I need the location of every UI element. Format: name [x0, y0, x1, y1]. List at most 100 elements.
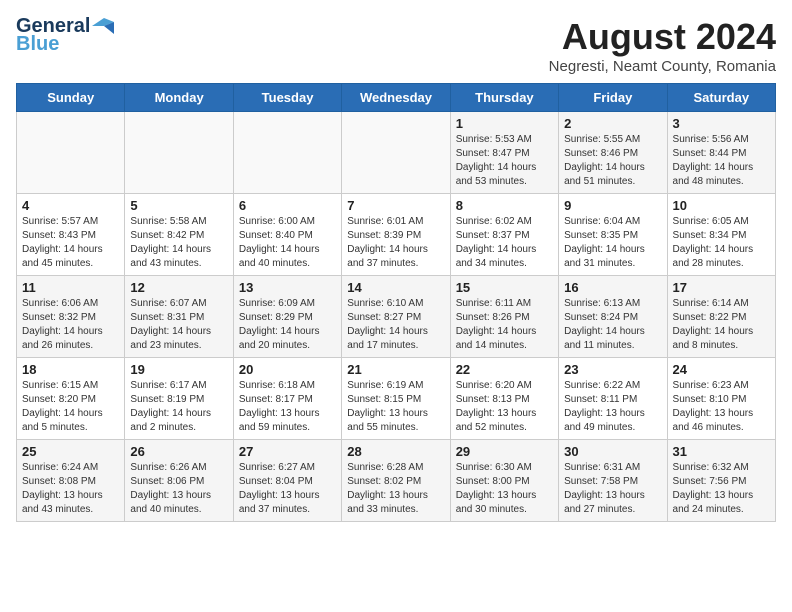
day-number: 29 — [456, 444, 553, 459]
day-info: Sunrise: 6:24 AM Sunset: 8:08 PM Dayligh… — [22, 461, 119, 517]
day-info: Sunrise: 5:57 AM Sunset: 8:43 PM Dayligh… — [22, 215, 119, 271]
day-number: 16 — [564, 280, 661, 295]
day-number: 20 — [239, 362, 336, 377]
calendar-cell: 24 Sunrise: 6:23 AM Sunset: 8:10 PM Dayli… — [667, 358, 775, 440]
calendar-cell: 14Sunrise: 6:10 AM Sunset: 8:27 PM Dayli… — [342, 276, 450, 358]
day-info: Sunrise: 6:20 AM Sunset: 8:13 PM Dayligh… — [456, 379, 553, 435]
calendar-week-2: 4Sunrise: 5:57 AM Sunset: 8:43 PM Daylig… — [17, 194, 776, 276]
day-info: Sunrise: 5:56 AM Sunset: 8:44 PM Dayligh… — [673, 133, 770, 189]
calendar-cell: 17 Sunrise: 6:14 AM Sunset: 8:22 PM Dayli… — [667, 276, 775, 358]
calendar-cell: 18Sunrise: 6:15 AM Sunset: 8:20 PM Dayli… — [17, 358, 125, 440]
calendar-cell — [233, 112, 341, 194]
calendar-cell: 7 Sunrise: 6:01 AM Sunset: 8:39 PM Daylig… — [342, 194, 450, 276]
calendar-cell — [125, 112, 233, 194]
day-number: 25 — [22, 444, 119, 459]
day-number: 22 — [456, 362, 553, 377]
calendar-cell: 11 Sunrise: 6:06 AM Sunset: 8:32 PM Dayli… — [17, 276, 125, 358]
day-info: Sunrise: 6:26 AM Sunset: 8:06 PM Dayligh… — [130, 461, 227, 517]
day-number: 8 — [456, 198, 553, 213]
location-subtitle: Negresti, Neamt County, Romania — [549, 58, 776, 75]
day-info: Sunrise: 6:07 AM Sunset: 8:31 PM Dayligh… — [130, 297, 227, 353]
calendar-cell: 16 Sunrise: 6:13 AM Sunset: 8:24 PM Dayli… — [559, 276, 667, 358]
calendar-cell: 29 Sunrise: 6:30 AM Sunset: 8:00 PM Dayli… — [450, 440, 558, 522]
calendar-week-5: 25 Sunrise: 6:24 AM Sunset: 8:08 PM Dayli… — [17, 440, 776, 522]
day-info: Sunrise: 6:04 AM Sunset: 8:35 PM Dayligh… — [564, 215, 661, 271]
day-info: Sunrise: 6:23 AM Sunset: 8:10 PM Dayligh… — [673, 379, 770, 435]
calendar-cell: 30Sunrise: 6:31 AM Sunset: 7:58 PM Dayli… — [559, 440, 667, 522]
col-header-monday: Monday — [125, 84, 233, 112]
calendar-cell: 5 Sunrise: 5:58 AM Sunset: 8:42 PM Daylig… — [125, 194, 233, 276]
day-info: Sunrise: 6:02 AM Sunset: 8:37 PM Dayligh… — [456, 215, 553, 271]
day-info: Sunrise: 6:10 AM Sunset: 8:27 PM Dayligh… — [347, 297, 444, 353]
calendar-cell: 22 Sunrise: 6:20 AM Sunset: 8:13 PM Dayli… — [450, 358, 558, 440]
calendar-cell: 25 Sunrise: 6:24 AM Sunset: 8:08 PM Dayli… — [17, 440, 125, 522]
col-header-wednesday: Wednesday — [342, 84, 450, 112]
calendar-table: SundayMondayTuesdayWednesdayThursdayFrid… — [16, 83, 776, 522]
day-number: 28 — [347, 444, 444, 459]
day-number: 5 — [130, 198, 227, 213]
day-info: Sunrise: 6:22 AM Sunset: 8:11 PM Dayligh… — [564, 379, 661, 435]
logo-bird-icon — [92, 18, 114, 34]
day-number: 17 — [673, 280, 770, 295]
calendar-cell: 8 Sunrise: 6:02 AM Sunset: 8:37 PM Daylig… — [450, 194, 558, 276]
day-number: 26 — [130, 444, 227, 459]
calendar-week-1: 1Sunrise: 5:53 AM Sunset: 8:47 PM Daylig… — [17, 112, 776, 194]
calendar-cell: 13 Sunrise: 6:09 AM Sunset: 8:29 PM Dayli… — [233, 276, 341, 358]
logo: General Blue — [16, 16, 114, 54]
calendar-cell: 23Sunrise: 6:22 AM Sunset: 8:11 PM Dayli… — [559, 358, 667, 440]
day-info: Sunrise: 6:11 AM Sunset: 8:26 PM Dayligh… — [456, 297, 553, 353]
day-number: 21 — [347, 362, 444, 377]
day-number: 7 — [347, 198, 444, 213]
calendar-cell: 15 Sunrise: 6:11 AM Sunset: 8:26 PM Dayli… — [450, 276, 558, 358]
day-number: 11 — [22, 280, 119, 295]
day-number: 27 — [239, 444, 336, 459]
day-number: 10 — [673, 198, 770, 213]
day-number: 2 — [564, 116, 661, 131]
day-info: Sunrise: 5:55 AM Sunset: 8:46 PM Dayligh… — [564, 133, 661, 189]
calendar-week-4: 18Sunrise: 6:15 AM Sunset: 8:20 PM Dayli… — [17, 358, 776, 440]
day-info: Sunrise: 6:09 AM Sunset: 8:29 PM Dayligh… — [239, 297, 336, 353]
calendar-cell — [342, 112, 450, 194]
day-info: Sunrise: 6:18 AM Sunset: 8:17 PM Dayligh… — [239, 379, 336, 435]
calendar-cell: 10 Sunrise: 6:05 AM Sunset: 8:34 PM Dayli… — [667, 194, 775, 276]
col-header-thursday: Thursday — [450, 84, 558, 112]
calendar-cell: 19 Sunrise: 6:17 AM Sunset: 8:19 PM Dayli… — [125, 358, 233, 440]
day-info: Sunrise: 6:30 AM Sunset: 8:00 PM Dayligh… — [456, 461, 553, 517]
calendar-cell: 21 Sunrise: 6:19 AM Sunset: 8:15 PM Dayli… — [342, 358, 450, 440]
col-header-saturday: Saturday — [667, 84, 775, 112]
day-number: 13 — [239, 280, 336, 295]
day-info: Sunrise: 6:13 AM Sunset: 8:24 PM Dayligh… — [564, 297, 661, 353]
col-header-friday: Friday — [559, 84, 667, 112]
day-info: Sunrise: 6:17 AM Sunset: 8:19 PM Dayligh… — [130, 379, 227, 435]
day-info: Sunrise: 6:14 AM Sunset: 8:22 PM Dayligh… — [673, 297, 770, 353]
day-number: 9 — [564, 198, 661, 213]
day-number: 24 — [673, 362, 770, 377]
calendar-cell: 2 Sunrise: 5:55 AM Sunset: 8:46 PM Daylig… — [559, 112, 667, 194]
day-info: Sunrise: 6:19 AM Sunset: 8:15 PM Dayligh… — [347, 379, 444, 435]
logo-blue: Blue — [16, 34, 59, 54]
day-info: Sunrise: 6:00 AM Sunset: 8:40 PM Dayligh… — [239, 215, 336, 271]
day-info: Sunrise: 6:06 AM Sunset: 8:32 PM Dayligh… — [22, 297, 119, 353]
day-number: 30 — [564, 444, 661, 459]
day-number: 31 — [673, 444, 770, 459]
calendar-cell: 6 Sunrise: 6:00 AM Sunset: 8:40 PM Daylig… — [233, 194, 341, 276]
calendar-cell: 20 Sunrise: 6:18 AM Sunset: 8:17 PM Dayli… — [233, 358, 341, 440]
day-info: Sunrise: 6:01 AM Sunset: 8:39 PM Dayligh… — [347, 215, 444, 271]
day-info: Sunrise: 6:27 AM Sunset: 8:04 PM Dayligh… — [239, 461, 336, 517]
day-info: Sunrise: 6:32 AM Sunset: 7:56 PM Dayligh… — [673, 461, 770, 517]
calendar-cell: 9 Sunrise: 6:04 AM Sunset: 8:35 PM Daylig… — [559, 194, 667, 276]
day-number: 6 — [239, 198, 336, 213]
title-area: August 2024 Negresti, Neamt County, Roma… — [549, 16, 776, 75]
calendar-cell: 12 Sunrise: 6:07 AM Sunset: 8:31 PM Dayli… — [125, 276, 233, 358]
day-info: Sunrise: 5:58 AM Sunset: 8:42 PM Dayligh… — [130, 215, 227, 271]
month-year-title: August 2024 — [549, 16, 776, 58]
page-header: General Blue August 2024 Negresti, Neamt… — [16, 16, 776, 75]
calendar-cell: 28Sunrise: 6:28 AM Sunset: 8:02 PM Dayli… — [342, 440, 450, 522]
col-header-sunday: Sunday — [17, 84, 125, 112]
day-info: Sunrise: 6:05 AM Sunset: 8:34 PM Dayligh… — [673, 215, 770, 271]
day-number: 15 — [456, 280, 553, 295]
day-info: Sunrise: 5:53 AM Sunset: 8:47 PM Dayligh… — [456, 133, 553, 189]
calendar-cell: 3Sunrise: 5:56 AM Sunset: 8:44 PM Daylig… — [667, 112, 775, 194]
day-number: 19 — [130, 362, 227, 377]
day-number: 12 — [130, 280, 227, 295]
